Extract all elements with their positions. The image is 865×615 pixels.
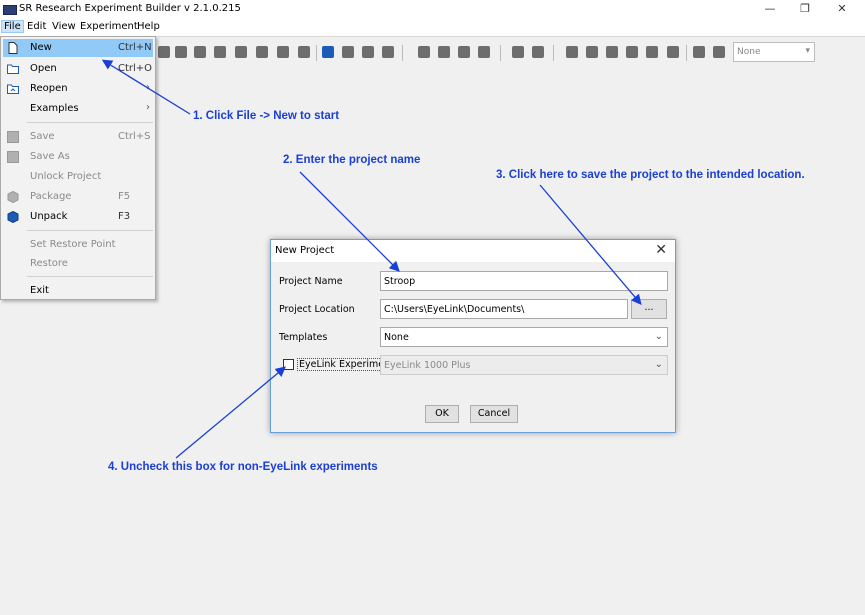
annotation-step4: 4. Uncheck this box for non-EyeLink expe… xyxy=(108,461,378,473)
window-title: SR Research Experiment Builder v 2.1.0.2… xyxy=(19,3,241,14)
menu-experiment[interactable]: Experiment xyxy=(80,21,138,32)
menu-item-new[interactable]: New Ctrl+N xyxy=(3,39,153,57)
menu-item-set-restore-point[interactable]: Set Restore Point xyxy=(3,236,153,254)
zoom-icon[interactable] xyxy=(566,46,578,58)
file-menu: New Ctrl+N Open Ctrl+O Reopen › Examples… xyxy=(0,36,156,300)
previous-icon[interactable] xyxy=(512,46,524,58)
new-project-dialog: New Project ✕ Project Name Stroop Projec… xyxy=(270,239,676,433)
upload-icon[interactable] xyxy=(693,46,705,58)
zoom-in-icon[interactable] xyxy=(586,46,598,58)
save-icon xyxy=(7,131,19,143)
minimize-button[interactable]: — xyxy=(750,0,790,19)
menu-item-unpack[interactable]: Unpack F3 xyxy=(3,208,153,226)
toolbar-combo[interactable]: None ▾ xyxy=(733,42,815,62)
annotation-step3: 3. Click here to save the project to the… xyxy=(496,169,805,181)
redo-icon[interactable] xyxy=(175,46,187,58)
menu-item-package[interactable]: Package F5 xyxy=(3,188,153,206)
dialog-close-button[interactable]: ✕ xyxy=(655,242,667,258)
toolbar-combo-value: None xyxy=(737,47,761,57)
annotation-step2: 2. Enter the project name xyxy=(283,154,421,166)
toolbar-separator xyxy=(316,45,317,61)
window-titlebar: SR Research Experiment Builder v 2.1.0.2… xyxy=(0,0,865,19)
zoom-out-icon[interactable] xyxy=(606,46,618,58)
grid-icon[interactable] xyxy=(646,46,658,58)
unpack-icon xyxy=(7,211,19,223)
properties-icon[interactable] xyxy=(298,46,310,58)
toolbar-separator xyxy=(500,45,501,61)
undo-icon[interactable] xyxy=(158,46,170,58)
export-icon[interactable] xyxy=(478,46,490,58)
menu-separator xyxy=(27,230,153,231)
package-icon xyxy=(7,191,19,203)
toolbar-separator xyxy=(402,45,403,61)
paste-icon[interactable] xyxy=(235,46,247,58)
templates-select[interactable]: None ⌄ xyxy=(380,327,668,347)
next-icon[interactable] xyxy=(532,46,544,58)
cancel-button[interactable]: Cancel xyxy=(470,405,518,423)
menu-item-examples[interactable]: Examples › xyxy=(3,100,153,118)
menu-item-restore[interactable]: Restore xyxy=(3,255,153,273)
annotation-step1: 1. Click File -> New to start xyxy=(193,110,340,122)
browse-button[interactable]: ... xyxy=(631,299,667,319)
table-icon[interactable] xyxy=(667,46,679,58)
delete-icon[interactable] xyxy=(277,46,289,58)
eyelink-experiment-checkbox[interactable] xyxy=(283,359,294,370)
build-icon[interactable] xyxy=(342,46,354,58)
chevron-down-icon: ⌄ xyxy=(654,331,663,342)
toolbar-separator xyxy=(553,45,554,61)
chevron-down-icon: ⌄ xyxy=(654,359,663,370)
menu-item-save-as[interactable]: Save As xyxy=(3,148,153,166)
submenu-arrow-icon: › xyxy=(146,102,150,113)
menu-help[interactable]: Help xyxy=(137,21,160,32)
app-icon xyxy=(3,5,17,15)
tracker-select[interactable]: EyeLink 1000 Plus ⌄ xyxy=(380,355,668,375)
fit-icon[interactable] xyxy=(626,46,638,58)
menubar: File Edit View Experiment Help xyxy=(0,19,865,37)
menu-separator xyxy=(27,276,153,277)
new-document-icon xyxy=(8,42,18,54)
document-icon[interactable] xyxy=(713,46,725,58)
deploy-icon[interactable] xyxy=(418,46,430,58)
menu-separator xyxy=(27,122,153,123)
maximize-button[interactable]: ❐ xyxy=(785,0,825,19)
cut-icon[interactable] xyxy=(194,46,206,58)
paste-special-icon[interactable] xyxy=(256,46,268,58)
arrow-step4 xyxy=(175,366,286,459)
copy-icon[interactable] xyxy=(214,46,226,58)
menu-item-exit[interactable]: Exit xyxy=(3,282,153,300)
record-icon[interactable] xyxy=(438,46,450,58)
reopen-icon xyxy=(7,84,19,94)
menu-item-unlock-project[interactable]: Unlock Project xyxy=(3,168,153,186)
test-run-icon[interactable] xyxy=(382,46,394,58)
project-name-input[interactable]: Stroop xyxy=(380,271,668,291)
open-folder-icon xyxy=(7,64,19,74)
dialog-title: New Project xyxy=(275,245,335,256)
menu-item-save[interactable]: Save Ctrl+S xyxy=(3,128,153,146)
library-icon[interactable] xyxy=(362,46,374,58)
close-window-button[interactable]: ✕ xyxy=(822,0,862,19)
play-icon[interactable] xyxy=(458,46,470,58)
ok-button[interactable]: OK xyxy=(425,405,459,423)
check-icon[interactable] xyxy=(322,46,334,58)
menu-item-reopen[interactable]: Reopen › xyxy=(3,80,153,98)
menu-item-open[interactable]: Open Ctrl+O xyxy=(3,60,153,78)
menu-edit[interactable]: Edit xyxy=(27,21,46,32)
save-as-icon xyxy=(7,151,19,163)
menu-file[interactable]: File xyxy=(1,20,24,33)
toolbar-separator xyxy=(686,45,687,61)
chevron-down-icon: ▾ xyxy=(805,46,810,56)
project-location-input[interactable]: C:\Users\EyeLink\Documents\ xyxy=(380,299,628,319)
project-location-label: Project Location xyxy=(279,304,355,315)
menu-view[interactable]: View xyxy=(52,21,76,32)
project-name-label: Project Name xyxy=(279,276,343,287)
submenu-arrow-icon: › xyxy=(146,82,150,93)
templates-label: Templates xyxy=(279,332,328,343)
